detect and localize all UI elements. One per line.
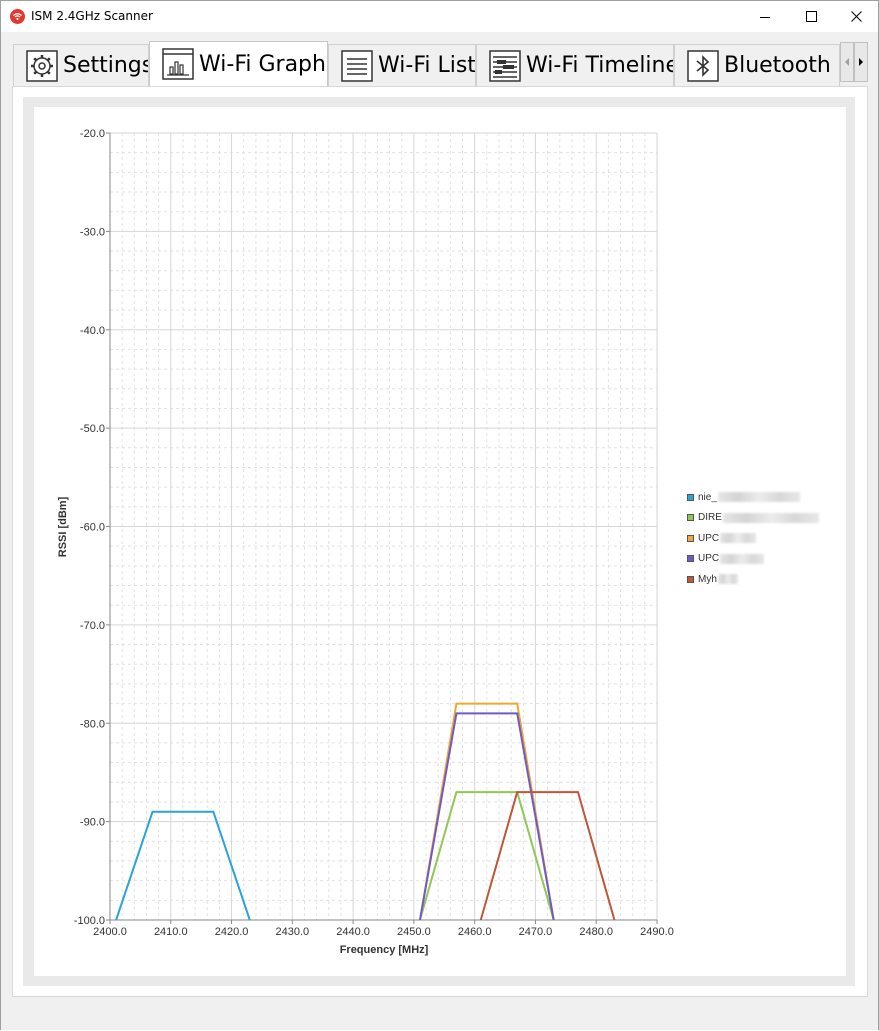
y-tick-label: -50.0	[80, 423, 105, 435]
y-tick-label: -60.0	[80, 522, 105, 534]
x-tick-label: 2490.0	[640, 926, 674, 938]
y-tick-label: -100.0	[74, 915, 105, 927]
y-tick-label: -80.0	[80, 718, 105, 730]
legend-label: UPC	[698, 553, 720, 565]
legend-item: nie_	[687, 487, 819, 508]
legend-item: UPC	[687, 528, 819, 549]
x-tick-label: 2470.0	[519, 926, 553, 938]
legend-item: Myh	[687, 569, 819, 590]
legend-label: nie_	[698, 491, 717, 503]
y-tick-label: -30.0	[80, 226, 105, 238]
legend-swatch	[687, 555, 694, 563]
legend-label: UPC	[698, 532, 720, 544]
y-tick-label: -70.0	[80, 620, 105, 632]
redacted-text	[720, 553, 765, 564]
x-tick-label: 2440.0	[336, 926, 370, 938]
legend-label: Myh	[698, 573, 717, 585]
redacted-text	[717, 574, 738, 585]
y-tick-label: -40.0	[80, 325, 105, 337]
y-tick-label: -20.0	[80, 128, 105, 140]
x-axis-label: Frequency [MHz]	[340, 944, 429, 956]
legend-swatch	[687, 575, 694, 583]
chart-legend: nie_ DIRE UPC UPC Myh	[687, 487, 819, 590]
x-tick-label: 2430.0	[276, 926, 310, 938]
x-tick-label: 2410.0	[154, 926, 188, 938]
legend-item: UPC	[687, 549, 819, 570]
x-tick-label: 2460.0	[458, 926, 492, 938]
legend-item: DIRE	[687, 508, 819, 529]
legend-label: DIRE	[698, 512, 722, 524]
y-axis-label: RSSI [dBm]	[57, 496, 69, 557]
legend-swatch	[687, 493, 694, 501]
app-window: ISM 2.4GHz Scanner Settings Wi-Fi Graph …	[0, 0, 879, 1030]
redacted-text	[717, 492, 800, 503]
x-tick-label: 2420.0	[215, 926, 249, 938]
x-tick-label: 2400.0	[93, 926, 127, 938]
redacted-text	[720, 533, 757, 544]
legend-swatch	[687, 514, 694, 522]
x-tick-label: 2480.0	[579, 926, 613, 938]
y-tick-label: -90.0	[80, 817, 105, 829]
x-tick-label: 2450.0	[397, 926, 431, 938]
legend-swatch	[687, 534, 694, 542]
status-bar	[1, 997, 878, 1030]
redacted-text	[722, 512, 819, 523]
